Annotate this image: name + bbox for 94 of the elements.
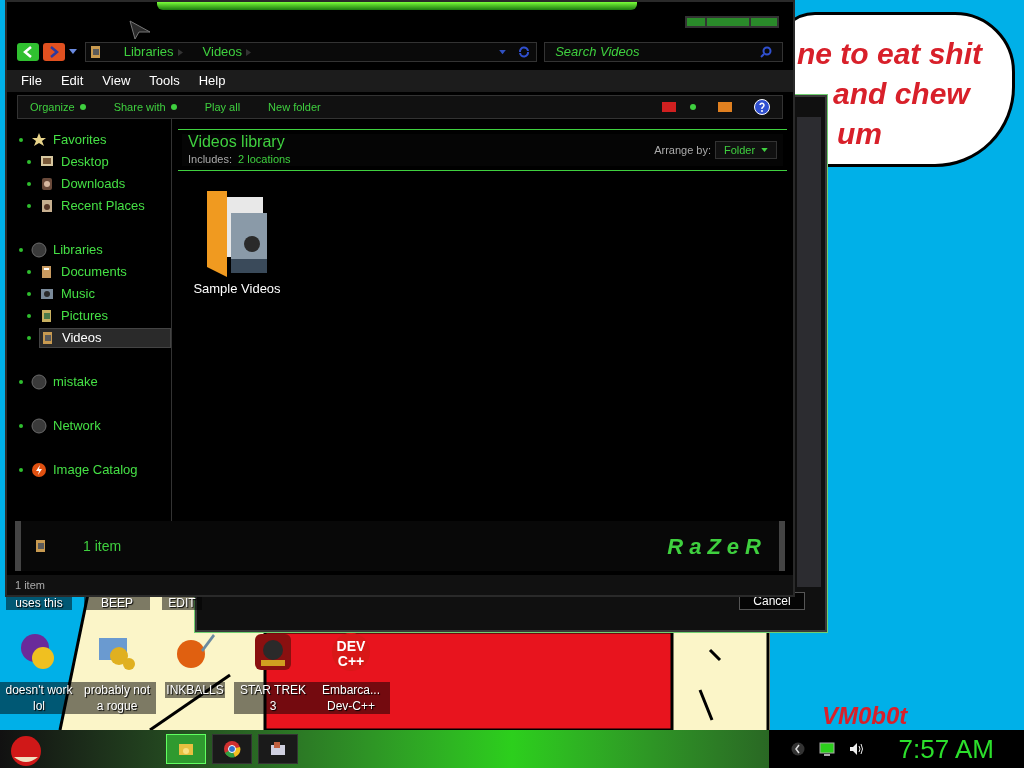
bubble-text: and chew bbox=[833, 76, 972, 112]
menu-item[interactable]: File bbox=[21, 71, 42, 91]
breadcrumb[interactable]: Videos bbox=[202, 42, 243, 62]
nav-item[interactable]: Desktop bbox=[39, 152, 171, 172]
flash-icon bbox=[31, 462, 47, 478]
nav-label: Pictures bbox=[61, 307, 108, 326]
toolbar-button[interactable]: Play all bbox=[204, 98, 241, 116]
nav-item[interactable]: Pictures bbox=[39, 306, 171, 326]
nav-item[interactable]: mistake bbox=[31, 372, 171, 392]
music-icon bbox=[39, 286, 55, 302]
logo-text: C++ bbox=[337, 654, 365, 669]
toolbar-button[interactable]: New folder bbox=[268, 98, 321, 116]
nav-label: Libraries bbox=[53, 241, 103, 260]
back-button[interactable] bbox=[17, 43, 39, 61]
back-icon bbox=[21, 46, 34, 58]
tree-bullet-icon[interactable] bbox=[27, 314, 31, 318]
address-bar[interactable]: Libraries Videos bbox=[84, 42, 538, 62]
menu-item[interactable]: Help bbox=[198, 71, 226, 91]
cursor-icon bbox=[129, 20, 151, 40]
folder-item[interactable]: Sample Videos bbox=[187, 189, 287, 299]
item-count: 1 item bbox=[83, 536, 122, 556]
arrange-label: Arrange by: bbox=[654, 142, 711, 158]
star-icon bbox=[31, 132, 47, 148]
nav-label: Documents bbox=[61, 263, 127, 282]
status-text: 1 item bbox=[15, 577, 45, 593]
tree-bullet-icon[interactable] bbox=[19, 248, 23, 252]
bubble-text: ne to eat shit bbox=[797, 36, 983, 72]
refresh-icon[interactable] bbox=[518, 46, 531, 58]
toolbar-button[interactable]: Organize bbox=[30, 98, 86, 116]
tree-bullet-icon[interactable] bbox=[27, 270, 31, 274]
caret-icon[interactable] bbox=[499, 49, 507, 55]
tree-bullet-icon[interactable] bbox=[27, 182, 31, 186]
includes-label: Includes: bbox=[188, 151, 233, 167]
icon-label[interactable]: doesn't work lol bbox=[0, 682, 78, 714]
nav-label: Favorites bbox=[53, 131, 107, 150]
tree-bullet-icon[interactable] bbox=[27, 336, 31, 340]
monitor-icon[interactable] bbox=[818, 742, 835, 756]
speaker-icon[interactable] bbox=[848, 742, 865, 756]
orb-icon bbox=[31, 374, 47, 390]
tree-bullet-icon[interactable] bbox=[19, 138, 23, 142]
search-icon[interactable] bbox=[760, 46, 772, 58]
dropdown-dot-icon bbox=[79, 104, 86, 110]
dropdown-dot-icon[interactable] bbox=[690, 104, 696, 110]
tree-bullet-icon[interactable] bbox=[27, 292, 31, 296]
logo-text: DEV bbox=[336, 639, 366, 654]
recent-icon bbox=[39, 198, 55, 214]
signature-text: VM0b0t bbox=[822, 703, 908, 729]
menu-item[interactable]: Tools bbox=[149, 71, 180, 91]
menu-item[interactable]: Edit bbox=[60, 71, 84, 91]
forward-button[interactable] bbox=[42, 43, 65, 61]
tree-bullet-icon[interactable] bbox=[19, 380, 23, 384]
taskbar-button[interactable] bbox=[258, 734, 298, 764]
nav-item[interactable]: Favorites bbox=[31, 130, 171, 150]
nav-label: Network bbox=[53, 417, 101, 436]
nav-label: mistake bbox=[53, 373, 98, 392]
nav-label: Desktop bbox=[61, 153, 109, 172]
tree-bullet-icon[interactable] bbox=[27, 204, 31, 208]
toolbar-button[interactable]: Share with bbox=[113, 98, 177, 116]
nav-item[interactable]: Videos bbox=[39, 328, 171, 348]
nav-label: Recent Places bbox=[61, 197, 145, 216]
nav-item[interactable]: Downloads bbox=[39, 174, 171, 194]
nav-item[interactable]: Documents bbox=[39, 262, 171, 282]
tree-bullet-icon[interactable] bbox=[27, 160, 31, 164]
orb-icon bbox=[31, 242, 47, 258]
nav-label: Videos bbox=[62, 329, 102, 348]
nav-label: Image Catalog bbox=[53, 461, 138, 480]
icon-label[interactable]: Embarca... Dev-C++ bbox=[312, 682, 390, 714]
orb-icon bbox=[31, 418, 47, 434]
nav-item[interactable]: Recent Places bbox=[39, 196, 171, 216]
taskbar-button[interactable] bbox=[212, 734, 252, 764]
logo-text: RaZeR bbox=[667, 532, 767, 561]
icon-label[interactable]: probably not a rogue bbox=[78, 682, 156, 714]
bubble-text: um bbox=[837, 116, 883, 152]
nav-item[interactable]: Network bbox=[31, 416, 171, 436]
arrange-dropdown[interactable]: Folder bbox=[715, 141, 777, 159]
folder-name: Sample Videos bbox=[193, 280, 281, 298]
nav-item[interactable]: Libraries bbox=[31, 240, 171, 260]
help-icon[interactable] bbox=[754, 99, 770, 115]
download-icon bbox=[39, 176, 55, 192]
nav-item[interactable]: Music bbox=[39, 284, 171, 304]
nav-item[interactable]: Image Catalog bbox=[31, 460, 171, 480]
nav-label: Music bbox=[61, 285, 95, 304]
caret-icon[interactable] bbox=[68, 49, 77, 55]
nav-label: Downloads bbox=[61, 175, 126, 194]
caret-icon bbox=[761, 148, 769, 152]
tree-bullet-icon[interactable] bbox=[19, 424, 23, 428]
browser-icon bbox=[222, 739, 242, 759]
menu-item[interactable]: View bbox=[102, 71, 131, 91]
breadcrumb[interactable]: Libraries bbox=[123, 42, 174, 62]
dropdown-dot-icon bbox=[170, 104, 177, 110]
chevron-icon[interactable] bbox=[790, 742, 805, 756]
tree-bullet-icon[interactable] bbox=[19, 468, 23, 472]
library-title: Videos library bbox=[188, 132, 286, 151]
locations-link[interactable]: 2 locations bbox=[238, 150, 291, 168]
